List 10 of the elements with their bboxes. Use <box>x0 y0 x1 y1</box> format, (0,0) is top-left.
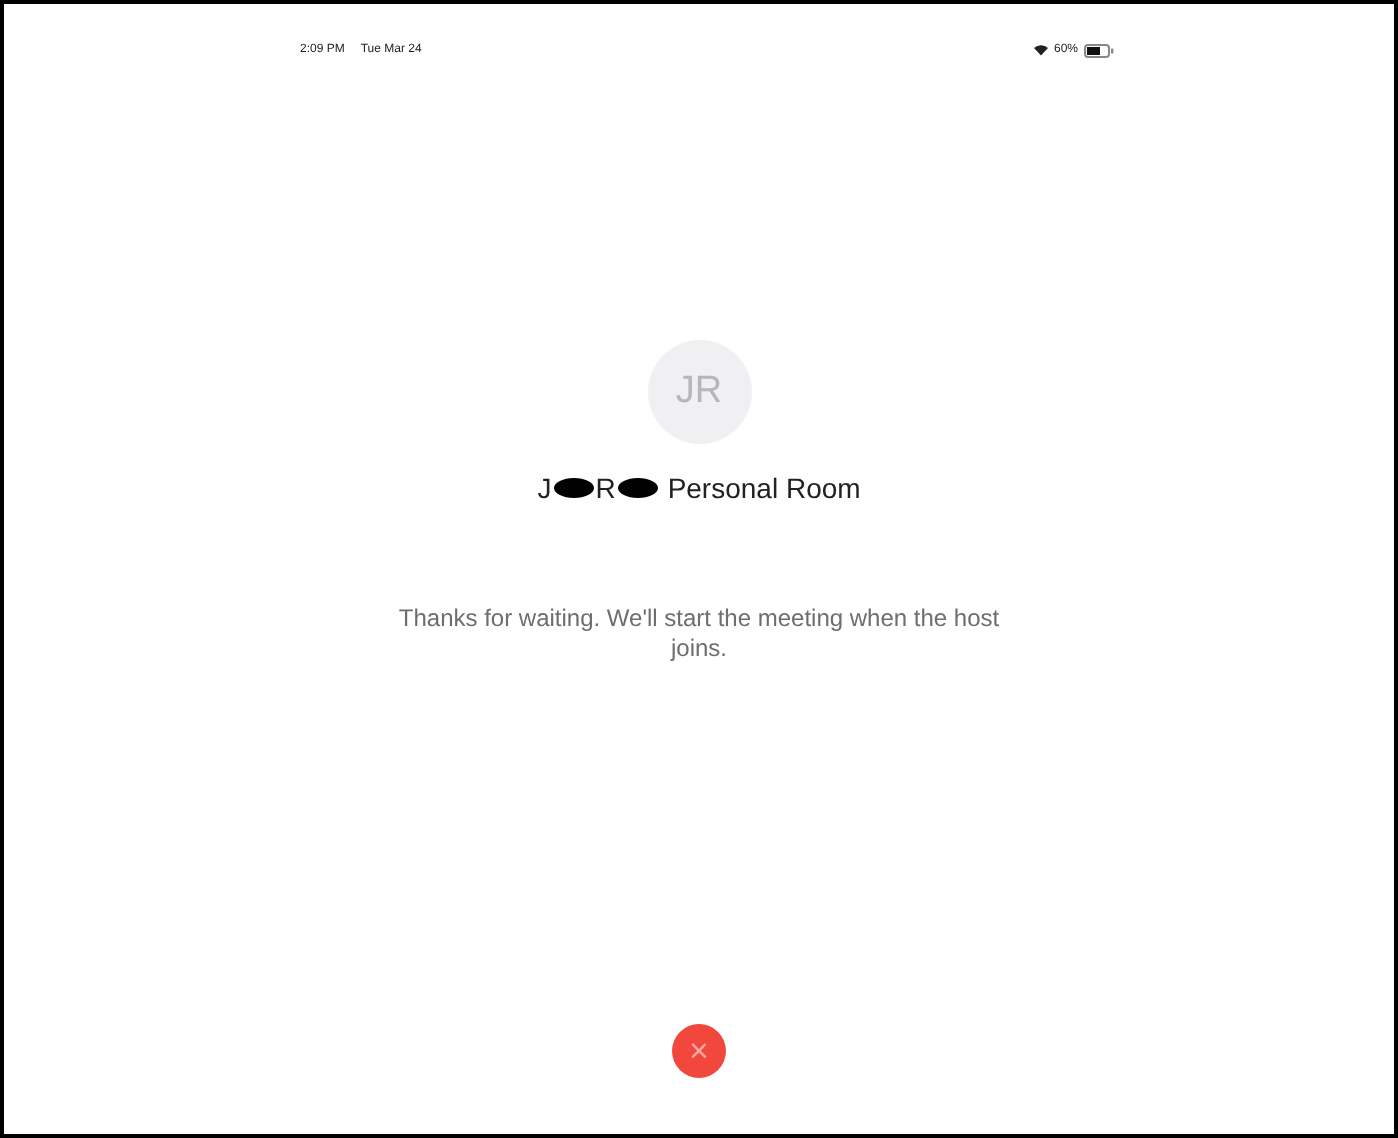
avatar-initials: JR <box>647 340 751 444</box>
room-title-text: R <box>595 470 616 506</box>
room-title-text: J <box>537 470 552 506</box>
redaction-mark <box>617 478 658 498</box>
waiting-message: Thanks for waiting. We'll start the meeting when the host joins. <box>396 604 1002 664</box>
leave-button[interactable]: × <box>672 1024 726 1078</box>
battery-icon <box>1084 43 1114 57</box>
redaction-mark <box>553 478 594 498</box>
wifi-icon <box>1033 44 1048 56</box>
room-title-text: Personal Room <box>667 470 861 506</box>
